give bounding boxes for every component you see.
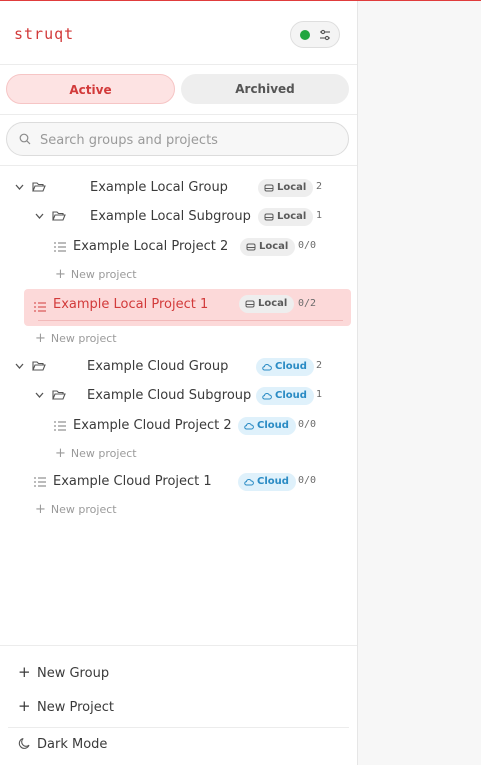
project-row-cloud-2[interactable]: Example Cloud Project 2 Cloud 0/0	[0, 413, 357, 439]
sidebar-footer: + New Group + New Project Dark Mode	[0, 645, 357, 767]
subgroup-count: 1	[316, 389, 323, 400]
folder-open-icon	[32, 361, 46, 371]
cloud-icon	[262, 393, 272, 400]
plus-icon: +	[55, 446, 66, 461]
status-tabs: Active Archived	[0, 65, 357, 115]
search-icon	[19, 133, 31, 145]
search-input[interactable]	[38, 129, 342, 151]
local-badge: Local	[239, 295, 295, 313]
chevron-down-icon[interactable]	[35, 392, 44, 398]
cloud-badge: Cloud	[256, 358, 314, 376]
subgroup-label: Example Cloud Subgroup	[87, 388, 252, 403]
subgroup-count: 1	[316, 210, 323, 221]
project-row-local-2[interactable]: Example Local Project 2 Local 0/0	[0, 234, 357, 260]
group-label: Example Local Group	[90, 180, 228, 195]
group-count: 2	[316, 181, 323, 192]
plus-icon: +	[18, 697, 31, 715]
project-row-local-1-selected[interactable]: Example Local Project 1 Local 0/2	[24, 289, 351, 326]
local-badge: Local	[258, 179, 314, 197]
sliders-icon	[320, 29, 330, 41]
group-count: 2	[316, 360, 323, 371]
tab-active[interactable]: Active	[6, 74, 175, 104]
folder-open-icon	[52, 211, 66, 221]
group-row-local[interactable]: Example Local Group Local 2	[0, 175, 357, 201]
list-icon	[34, 302, 46, 312]
plus-icon: +	[35, 331, 46, 346]
group-row-cloud-subgroup[interactable]: Example Cloud Subgroup Cloud 1	[0, 383, 357, 409]
group-label: Example Cloud Group	[87, 359, 229, 374]
sidebar-header: struqt	[0, 1, 357, 65]
new-project-link[interactable]: + New project	[35, 502, 117, 517]
chevron-down-icon[interactable]	[15, 184, 24, 190]
local-badge: Local	[240, 238, 296, 256]
main-content-area	[358, 1, 481, 765]
drive-icon	[245, 300, 255, 308]
new-project-button[interactable]: + New Project	[18, 697, 114, 715]
group-row-local-subgroup[interactable]: Example Local Subgroup Local 1	[0, 204, 357, 230]
project-label: Example Local Project 2	[73, 239, 229, 254]
new-group-button[interactable]: + New Group	[18, 663, 109, 681]
status-settings-button[interactable]	[290, 21, 340, 48]
list-icon	[54, 421, 66, 431]
folder-open-icon	[52, 390, 66, 400]
drive-icon	[264, 213, 274, 221]
subgroup-label: Example Local Subgroup	[90, 209, 251, 224]
tab-archived[interactable]: Archived	[181, 74, 349, 104]
project-label: Example Local Project 1	[53, 297, 209, 312]
folder-open-icon	[32, 182, 46, 192]
project-label: Example Cloud Project 1	[53, 474, 212, 489]
new-project-link[interactable]: + New project	[35, 331, 117, 346]
project-progress: 0/0	[298, 419, 317, 430]
plus-icon: +	[55, 267, 66, 282]
local-badge: Local	[258, 208, 314, 226]
new-project-link[interactable]: + New project	[55, 267, 137, 282]
cloud-badge: Cloud	[238, 417, 296, 435]
plus-icon: +	[35, 502, 46, 517]
search-box[interactable]	[6, 122, 349, 156]
cloud-icon	[262, 364, 272, 371]
project-progress: 0/0	[298, 240, 317, 251]
project-progress: 0/2	[298, 298, 317, 309]
drive-icon	[264, 184, 274, 192]
sidebar: struqt Active Archived Example Local Gro…	[0, 1, 358, 765]
project-row-cloud-1[interactable]: Example Cloud Project 1 Cloud 0/0	[0, 469, 357, 495]
list-icon	[34, 477, 46, 487]
plus-icon: +	[18, 663, 31, 681]
app-logo: struqt	[14, 25, 75, 43]
project-label: Example Cloud Project 2	[73, 418, 232, 433]
project-progress: 0/0	[298, 475, 317, 486]
cloud-badge: Cloud	[256, 387, 314, 405]
group-row-cloud[interactable]: Example Cloud Group Cloud 2	[0, 354, 357, 380]
dark-mode-toggle[interactable]: Dark Mode	[18, 737, 107, 752]
search-section	[0, 115, 357, 166]
cloud-icon	[244, 479, 254, 486]
cloud-badge: Cloud	[238, 473, 296, 491]
progress-track	[38, 320, 343, 321]
list-icon	[54, 242, 66, 252]
cloud-icon	[244, 423, 254, 430]
new-project-link[interactable]: + New project	[55, 446, 137, 461]
chevron-down-icon[interactable]	[35, 213, 44, 219]
chevron-down-icon[interactable]	[15, 363, 24, 369]
footer-divider	[8, 727, 349, 728]
moon-icon	[18, 737, 30, 749]
drive-icon	[246, 243, 256, 251]
connection-status-dot	[300, 30, 310, 40]
